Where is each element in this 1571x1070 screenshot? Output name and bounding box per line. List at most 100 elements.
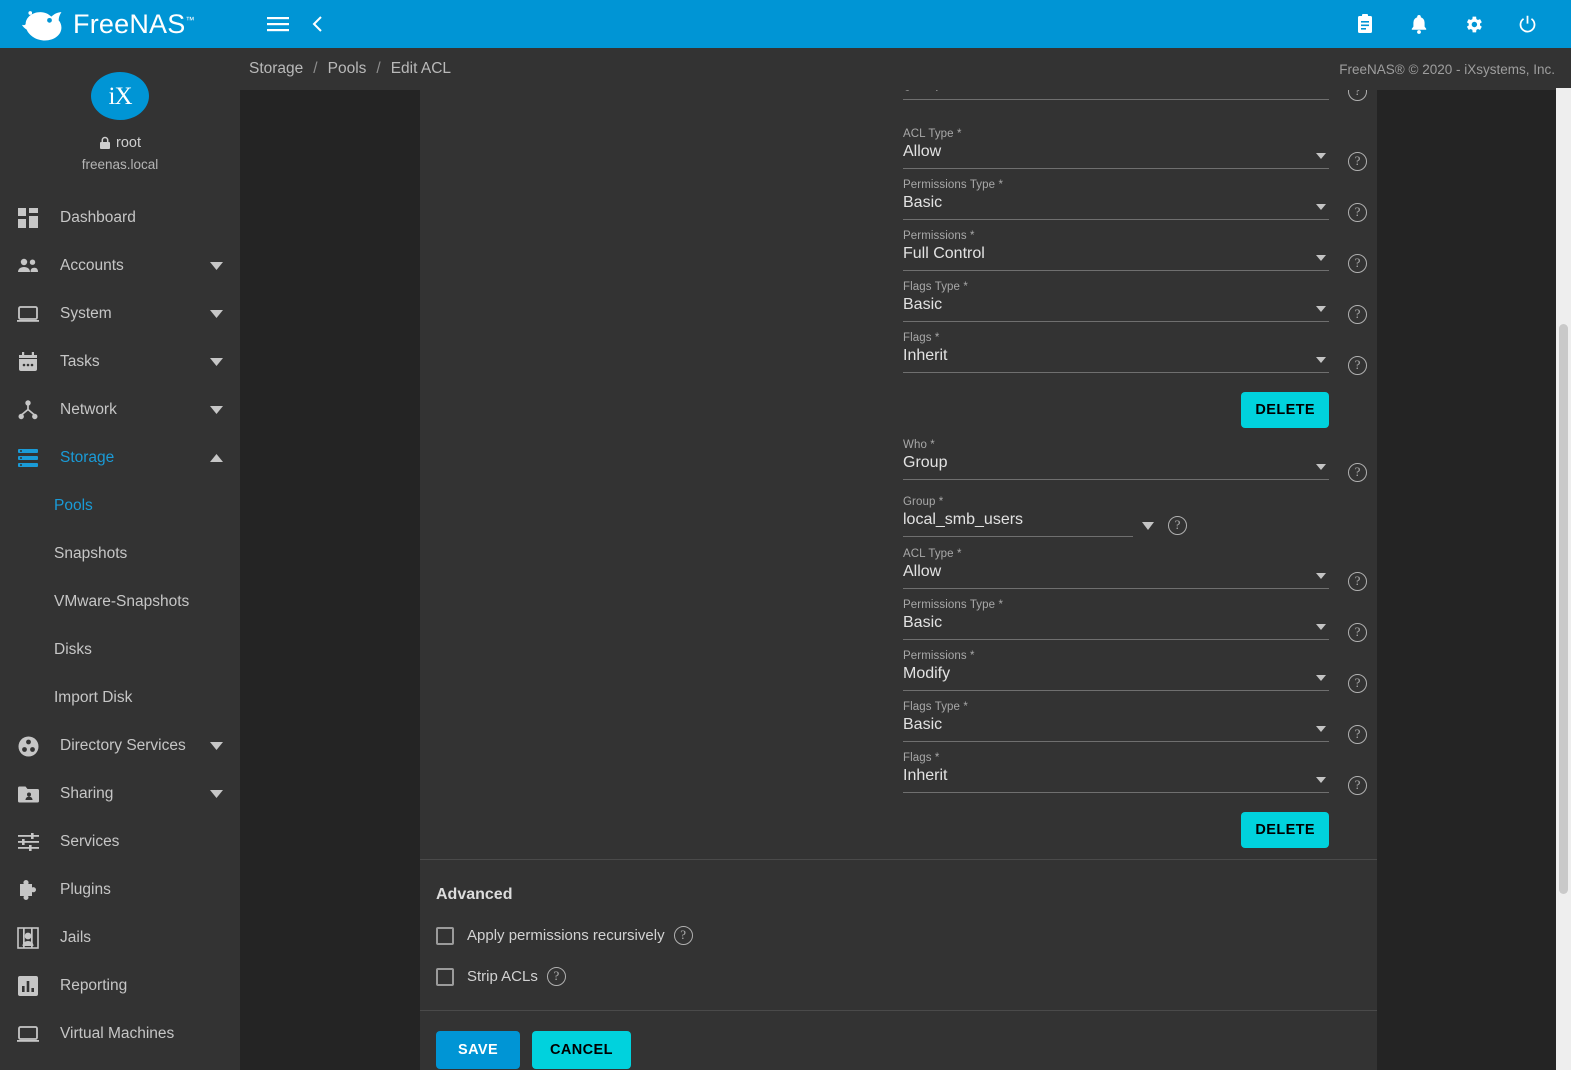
sidebar-item-pools[interactable]: Pools: [0, 482, 240, 530]
acl-entry-1-flags-type-field[interactable]: Flags Type * Basic: [903, 281, 1329, 322]
strip-acls-checkbox[interactable]: [436, 968, 454, 986]
cancel-button[interactable]: CANCEL: [532, 1031, 631, 1069]
field-value[interactable]: Inherit: [903, 345, 1329, 373]
acl-entry-2-permissions-field[interactable]: Permissions * Modify: [903, 650, 1329, 691]
help-icon[interactable]: ?: [1348, 254, 1367, 273]
sidebar-item-tasks[interactable]: Tasks: [0, 338, 240, 386]
sidebar-item-snapshots[interactable]: Snapshots: [0, 530, 240, 578]
acl-entry-2-who-field[interactable]: Who * Group: [903, 439, 1329, 480]
sidebar-item-disks[interactable]: Disks: [0, 626, 240, 674]
chevron-down-icon[interactable]: [1316, 255, 1326, 261]
help-icon[interactable]: ?: [1348, 776, 1367, 795]
sidebar-item-services[interactable]: Services: [0, 818, 240, 866]
acl-entry-1-permissions-type-field[interactable]: Permissions Type * Basic: [903, 179, 1329, 220]
chevron-down-icon[interactable]: [1142, 517, 1154, 535]
brand-logo-zone[interactable]: FreeNAS™: [0, 0, 240, 48]
acl-entry-1-permissions-field[interactable]: Permissions * Full Control: [903, 230, 1329, 271]
acl-entry-2-permissions-type-field[interactable]: Permissions Type * Basic: [903, 599, 1329, 640]
chevron-down-icon[interactable]: [1316, 306, 1326, 312]
acl-entry-2-flags-field[interactable]: Flags * Inherit: [903, 752, 1329, 793]
sidebar-item-network[interactable]: Network: [0, 386, 240, 434]
chevron-down-icon[interactable]: [1316, 153, 1326, 159]
field-value[interactable]: Modify: [903, 663, 1329, 691]
sidebar-item-dashboard[interactable]: Dashboard: [0, 194, 240, 242]
field-value[interactable]: Basic: [903, 294, 1329, 322]
chevron-down-icon[interactable]: [1316, 726, 1326, 732]
network-icon: [13, 398, 43, 422]
sidebar-item-vmware-snapshots[interactable]: VMware-Snapshots: [0, 578, 240, 626]
apply-permissions-recursively-checkbox[interactable]: [436, 927, 454, 945]
help-icon[interactable]: ?: [1348, 152, 1367, 171]
help-icon[interactable]: ?: [1348, 725, 1367, 744]
sidebar-item-import-disk[interactable]: Import Disk: [0, 674, 240, 722]
breadcrumb-item-edit-acl[interactable]: Edit ACL: [391, 60, 451, 78]
help-icon[interactable]: ?: [1348, 463, 1367, 482]
field-value[interactable]: local_smb_users: [903, 509, 1133, 537]
username-row: root: [0, 135, 240, 151]
power-icon[interactable]: [1507, 4, 1547, 44]
chevron-down-icon[interactable]: [1316, 464, 1326, 470]
sidebar-item-virtual-machines[interactable]: Virtual Machines: [0, 1010, 240, 1058]
chevron-down-icon[interactable]: [1316, 573, 1326, 579]
sidebar-item-sharing[interactable]: Sharing: [0, 770, 240, 818]
save-button[interactable]: SAVE: [436, 1031, 520, 1069]
sidebar-item-jails[interactable]: Jails: [0, 914, 240, 962]
acl-entry-2-flags-type-field[interactable]: Flags Type * Basic: [903, 701, 1329, 742]
chevron-left-icon[interactable]: [298, 4, 338, 44]
chevron-down-icon[interactable]: [1316, 675, 1326, 681]
sidebar-item-plugins[interactable]: Plugins: [0, 866, 240, 914]
sidebar-item-system[interactable]: System: [0, 290, 240, 338]
help-icon[interactable]: ?: [1348, 90, 1367, 101]
field-value[interactable]: Allow: [903, 561, 1329, 589]
page-scrollbar-thumb[interactable]: [1559, 324, 1568, 894]
acl-entry-1-who-field[interactable]: group@: [903, 90, 1329, 100]
field-label: Permissions Type *: [903, 599, 1329, 612]
field-value[interactable]: Allow: [903, 141, 1329, 169]
acl-entry-1-who-value[interactable]: group@: [903, 90, 1329, 100]
acl-entry-1-acl-type-field[interactable]: ACL Type * Allow: [903, 128, 1329, 169]
field-value[interactable]: Inherit: [903, 765, 1329, 793]
field-value[interactable]: Basic: [903, 612, 1329, 640]
breadcrumb-item-pools[interactable]: Pools: [328, 60, 367, 78]
delete-acl-entry-2-button[interactable]: DELETE: [1241, 812, 1329, 848]
help-icon[interactable]: ?: [547, 967, 566, 986]
chevron-down-icon[interactable]: [1316, 357, 1326, 363]
field-value[interactable]: Basic: [903, 192, 1329, 220]
help-icon[interactable]: ?: [1348, 203, 1367, 222]
tasks-calendar-icon: [13, 350, 43, 374]
page-scrollbar[interactable]: [1556, 88, 1571, 1070]
field-value[interactable]: Group: [903, 452, 1329, 480]
gear-icon[interactable]: [1453, 4, 1493, 44]
clipboard-icon[interactable]: [1345, 4, 1385, 44]
services-sliders-icon: [13, 830, 43, 854]
help-icon[interactable]: ?: [1348, 674, 1367, 693]
delete-acl-entry-1-button[interactable]: DELETE: [1241, 392, 1329, 428]
field-value[interactable]: Full Control: [903, 243, 1329, 271]
hamburger-menu-icon[interactable]: [258, 4, 298, 44]
help-icon[interactable]: ?: [1348, 572, 1367, 591]
acl-entry-1-flags-field[interactable]: Flags * Inherit: [903, 332, 1329, 373]
sidebar-item-accounts[interactable]: Accounts: [0, 242, 240, 290]
sidebar-item-directory-services[interactable]: Directory Services: [0, 722, 240, 770]
top-bar: FreeNAS™: [0, 0, 1571, 48]
sidebar-item-reporting[interactable]: Reporting: [0, 962, 240, 1010]
chevron-down-icon[interactable]: [1316, 624, 1326, 630]
sharing-folder-icon: [13, 782, 43, 806]
breadcrumb-item-storage[interactable]: Storage: [249, 60, 303, 78]
help-icon[interactable]: ?: [1168, 516, 1187, 535]
sidebar-item-label: Services: [60, 833, 240, 851]
acl-entry-2-acl-type-field[interactable]: ACL Type * Allow: [903, 548, 1329, 589]
acl-entry-1-flags-type-row: Flags Type * Basic ?: [420, 281, 1377, 332]
help-icon[interactable]: ?: [1348, 623, 1367, 642]
acl-entry-2-group-field[interactable]: Group * local_smb_users: [903, 496, 1133, 537]
bell-icon[interactable]: [1399, 4, 1439, 44]
chevron-down-icon[interactable]: [1316, 204, 1326, 210]
help-icon[interactable]: ?: [1348, 356, 1367, 375]
field-label: ACL Type *: [903, 128, 1329, 141]
field-value[interactable]: Basic: [903, 714, 1329, 742]
help-icon[interactable]: ?: [674, 926, 693, 945]
chevron-down-icon[interactable]: [1316, 777, 1326, 783]
acl-entry-1-permissions-type-row: Permissions Type * Basic ?: [420, 179, 1377, 230]
help-icon[interactable]: ?: [1348, 305, 1367, 324]
sidebar-item-storage[interactable]: Storage: [0, 434, 240, 482]
